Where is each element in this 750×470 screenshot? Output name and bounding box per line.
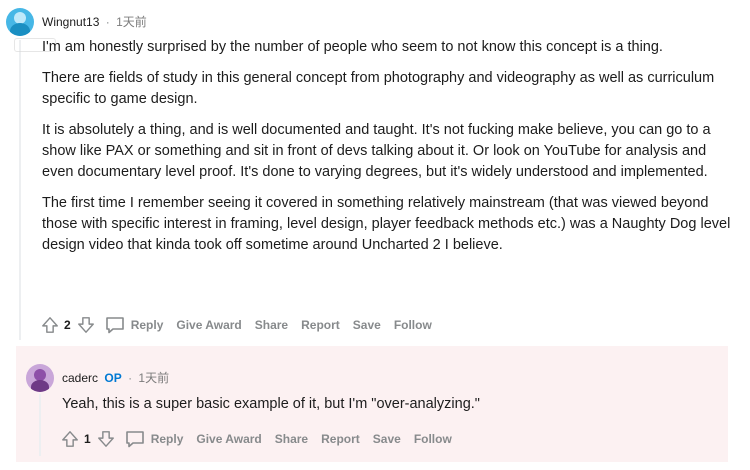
comment-paragraph: It is absolutely a thing, and is well do… <box>42 122 711 180</box>
comment-paragraph: Yeah, this is a super basic example of i… <box>62 396 480 412</box>
comment-meta: Wingnut13 · 1天前 <box>42 13 147 30</box>
thread-line[interactable] <box>19 40 21 340</box>
comment-caderc: caderc OP · 1天前 Yeah, this is a super ba… <box>16 346 728 462</box>
comment-paragraph: There are fields of study in this genera… <box>42 70 715 107</box>
comment-bubble-icon <box>125 431 144 448</box>
comment-actions: 1 Reply Give Award Share Report Save Fol… <box>60 429 452 449</box>
save-button[interactable]: Save <box>353 318 381 332</box>
give-award-button[interactable]: Give Award <box>176 318 241 332</box>
give-award-button[interactable]: Give Award <box>196 432 261 446</box>
meta-separator: · <box>105 15 110 29</box>
meta-separator: · <box>128 371 133 385</box>
follow-button[interactable]: Follow <box>394 318 432 332</box>
timestamp[interactable]: 1天前 <box>138 371 169 385</box>
arrow-down-icon <box>77 317 94 333</box>
comment-body: I'm am honestly surprised by the number … <box>42 37 732 266</box>
comment-wingnut13: Wingnut13 · 1天前 I'm am honestly surprise… <box>0 0 750 345</box>
avatar[interactable] <box>6 8 34 36</box>
share-button[interactable]: Share <box>275 432 308 446</box>
timestamp[interactable]: 1天前 <box>116 15 147 29</box>
follow-button[interactable]: Follow <box>414 432 452 446</box>
share-button[interactable]: Share <box>255 318 288 332</box>
arrow-up-icon <box>42 317 58 333</box>
comment-body: Yeah, this is a super basic example of i… <box>62 394 712 425</box>
downvote-button[interactable] <box>76 315 96 335</box>
report-button[interactable]: Report <box>321 432 360 446</box>
arrow-up-icon <box>62 431 78 447</box>
upvote-button[interactable] <box>60 429 80 449</box>
comment-paragraph: The first time I remember seeing it cove… <box>42 195 731 253</box>
username[interactable]: Wingnut13 <box>42 15 99 29</box>
save-button[interactable]: Save <box>373 432 401 446</box>
reply-label: Reply <box>150 432 184 446</box>
vote-score: 2 <box>64 318 71 332</box>
downvote-button[interactable] <box>96 429 116 449</box>
comment-meta: caderc OP · 1天前 <box>62 369 169 386</box>
op-badge: OP <box>104 371 122 385</box>
comment-paragraph: I'm am honestly surprised by the number … <box>42 39 663 55</box>
comment-bubble-icon <box>105 317 124 334</box>
vote-score: 1 <box>84 432 91 446</box>
arrow-down-icon <box>97 431 114 447</box>
username[interactable]: caderc <box>62 371 98 385</box>
reply-button[interactable]: Reply <box>105 316 164 334</box>
thread-line[interactable] <box>39 394 41 456</box>
reply-label: Reply <box>130 318 164 332</box>
avatar[interactable] <box>26 364 54 392</box>
upvote-button[interactable] <box>40 315 60 335</box>
report-button[interactable]: Report <box>301 318 340 332</box>
comment-actions: 2 Reply Give Award Share Report Save Fol… <box>40 315 432 335</box>
reply-button[interactable]: Reply <box>125 430 184 448</box>
